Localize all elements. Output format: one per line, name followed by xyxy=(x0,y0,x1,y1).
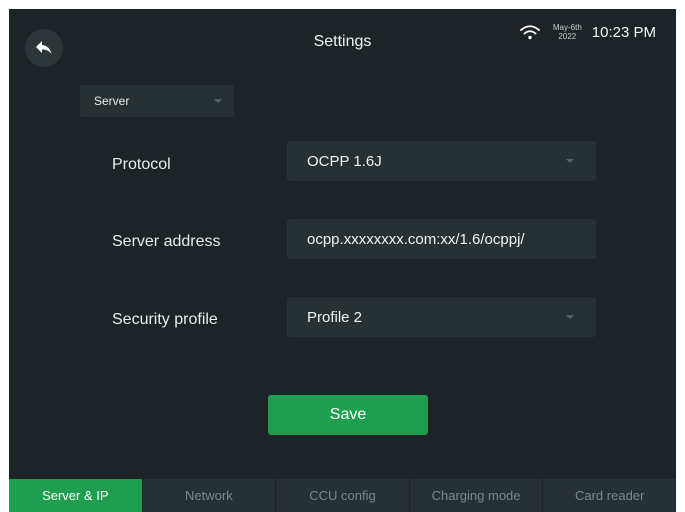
chevron-down-icon xyxy=(566,315,574,319)
bottom-tab-bar: Server & IP Network CCU config Charging … xyxy=(9,479,676,512)
clock: 10:23 PM xyxy=(591,23,656,41)
status-bar: May-6th 2022 10:23 PM xyxy=(519,23,656,41)
server-address-field[interactable] xyxy=(287,219,596,259)
settings-screen: Settings May-6th 2022 10:23 PM Server Pr… xyxy=(9,9,676,512)
security-profile-label: Security profile xyxy=(112,311,218,328)
date-year: 2022 xyxy=(558,32,577,41)
chevron-down-icon xyxy=(214,99,222,103)
protocol-value: OCPP 1.6J xyxy=(307,152,382,170)
server-address-label: Server address xyxy=(112,233,221,250)
category-dropdown[interactable]: Server xyxy=(80,85,234,117)
tab-card-reader[interactable]: Card reader xyxy=(542,479,676,512)
date-day: May-6th xyxy=(552,23,582,32)
security-profile-select[interactable]: Profile 2 xyxy=(287,297,596,337)
security-profile-value: Profile 2 xyxy=(307,308,363,326)
protocol-label: Protocol xyxy=(112,156,171,173)
tab-network[interactable]: Network xyxy=(141,479,276,512)
protocol-select[interactable]: OCPP 1.6J xyxy=(287,141,596,181)
save-button[interactable]: Save xyxy=(268,395,428,435)
category-label: Server xyxy=(94,94,130,108)
tab-ccu-config[interactable]: CCU config xyxy=(275,479,409,512)
server-address-input[interactable] xyxy=(307,230,574,248)
tab-charging-mode[interactable]: Charging mode xyxy=(408,479,543,512)
wifi-icon xyxy=(519,25,540,40)
date-display: May-6th 2022 xyxy=(553,23,582,41)
chevron-down-icon xyxy=(566,159,574,163)
tab-server-ip[interactable]: Server & IP xyxy=(9,479,142,512)
